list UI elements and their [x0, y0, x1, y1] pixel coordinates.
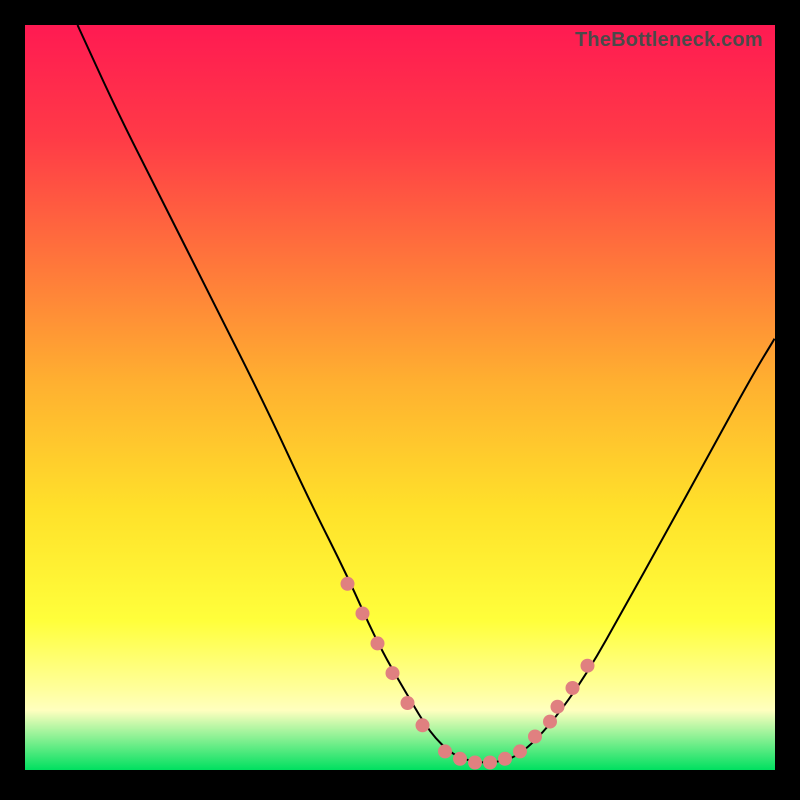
- highlight-dot: [341, 577, 355, 591]
- highlight-dot: [581, 659, 595, 673]
- highlight-dot: [386, 666, 400, 680]
- highlight-dot: [543, 715, 557, 729]
- highlight-dot: [453, 752, 467, 766]
- chart-svg: [25, 25, 775, 770]
- highlight-dot: [371, 636, 385, 650]
- highlight-dot: [356, 607, 370, 621]
- highlight-dot: [513, 744, 527, 758]
- highlight-dot: [551, 700, 565, 714]
- highlight-dot: [566, 681, 580, 695]
- highlight-dot: [468, 756, 482, 770]
- highlight-dots: [341, 577, 595, 770]
- highlight-dot: [401, 696, 415, 710]
- plot-area: TheBottleneck.com: [25, 25, 775, 770]
- chart-stage: TheBottleneck.com: [0, 0, 800, 800]
- highlight-dot: [416, 718, 430, 732]
- bottleneck-curve: [78, 25, 776, 763]
- highlight-dot: [498, 752, 512, 766]
- highlight-dot: [438, 744, 452, 758]
- highlight-dot: [483, 756, 497, 770]
- highlight-dot: [528, 730, 542, 744]
